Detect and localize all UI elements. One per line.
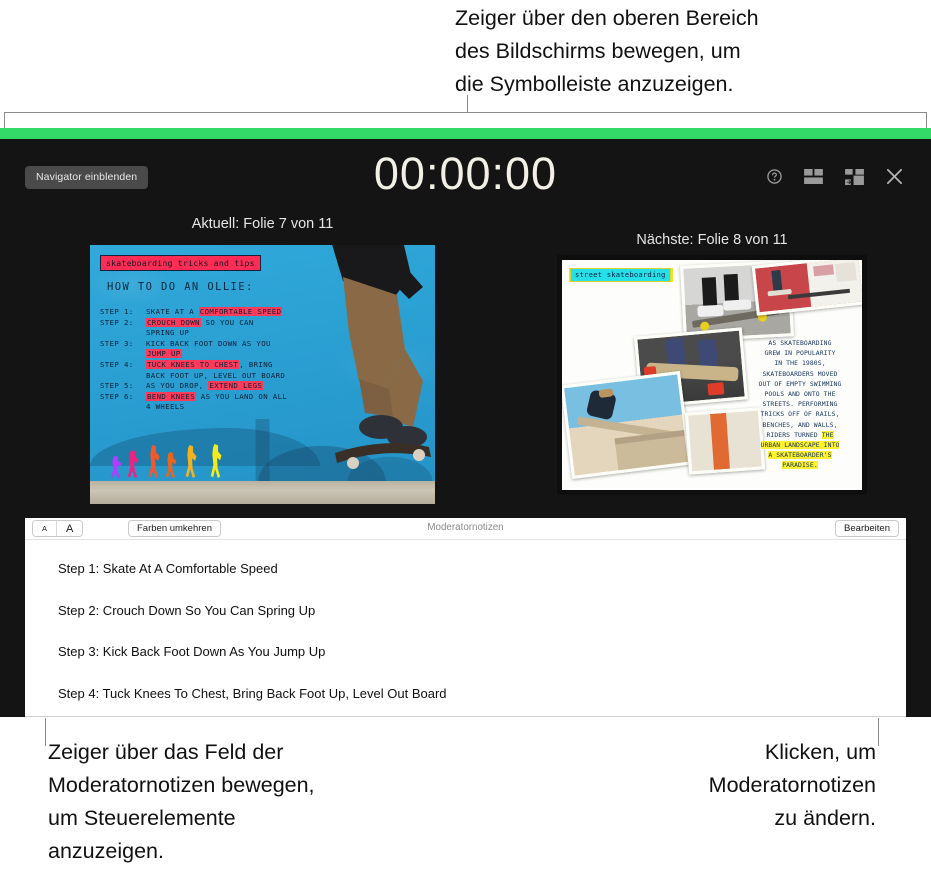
next-slide-body-line: AS SKATEBOARDING bbox=[768, 339, 832, 347]
toolbar-icon-group bbox=[767, 168, 903, 185]
note-line: Step 2: Crouch Down So You Can Spring Up bbox=[58, 602, 316, 618]
next-slide-label: Nächste: Folie 8 von 11 bbox=[636, 232, 788, 248]
callout-bottom-left-text: Zeiger über das Feld der Moderatornotize… bbox=[48, 740, 315, 863]
callout-top-text: Zeiger über den oberen Bereich des Bilds… bbox=[455, 6, 759, 96]
swap-displays-icon[interactable] bbox=[845, 168, 864, 185]
slide-figure bbox=[185, 445, 198, 478]
next-slide-body-line: BENCHES, AND WALLS, bbox=[762, 420, 838, 429]
next-slide-body-line: PARADISE. bbox=[782, 461, 818, 470]
slide-step-line: BACK FOOT UP, LEVEL OUT BOARD bbox=[146, 370, 286, 380]
next-slide-body-line: IN THE 1980S, bbox=[774, 359, 826, 368]
next-slide-body-line: STREETS. PERFORMING bbox=[762, 400, 838, 409]
slide-step-line: STEP 3: KICK BACK FOOT DOWN AS YOU bbox=[100, 338, 271, 348]
current-slide-label: Aktuell: Folie 7 von 11 bbox=[191, 216, 334, 232]
presenter-notes-panel[interactable]: A A Farben umkehren Moderatornotizen Bea… bbox=[25, 518, 906, 717]
layout-icon[interactable] bbox=[804, 169, 823, 184]
next-slide-body-line: POOLS AND ONTO THE bbox=[764, 390, 836, 399]
notes-panel-title: Moderatornotizen bbox=[427, 522, 504, 533]
slide-figure bbox=[110, 456, 123, 478]
callout-bottom-left-leader-line bbox=[45, 718, 46, 746]
next-slide-body-line: URBAN LANDSCAPE INTO bbox=[760, 441, 840, 450]
edit-notes-button[interactable]: Bearbeiten bbox=[835, 520, 899, 537]
note-line: Step 3: Kick Back Foot Down As You Jump … bbox=[58, 644, 326, 659]
notes-text-area[interactable]: Step 1: Skate At A Comfortable Speed Step… bbox=[25, 540, 906, 703]
next-slide-body-line: RIDERS TURNED THE bbox=[766, 430, 834, 439]
next-slide-body-line: OUT OF EMPTY SWIMMING bbox=[758, 379, 842, 388]
callout-bottom-right-leader-line bbox=[878, 718, 879, 746]
slide-figure bbox=[210, 444, 223, 478]
slide-step-line: STEP 2: CROUCH DOWN SO YOU CAN bbox=[100, 317, 254, 327]
next-slide-photo bbox=[751, 260, 862, 316]
slide-title-tag: skateboarding tricks and tips bbox=[100, 255, 261, 271]
slide-step-line: STEP 6: BEND KNEES AS YOU LAND ON ALL bbox=[100, 391, 288, 401]
next-slide-thumbnail[interactable]: street skateboarding AS SKATEBOARDING GRE… bbox=[557, 255, 867, 495]
next-slide-body-line: SKATEBOARDERS MOVED bbox=[762, 369, 838, 378]
slide-step-line: SPRING UP bbox=[146, 328, 190, 338]
slide-step-line: STEP 4: TUCK KNEES TO CHEST, BRING bbox=[100, 359, 273, 369]
close-icon[interactable] bbox=[886, 168, 903, 185]
presenter-display-help-figure: Zeiger über den oberen Bereich des Bilds… bbox=[0, 0, 931, 883]
slide-heading: HOW TO DO AN OLLIE: bbox=[107, 281, 254, 293]
slide-figure bbox=[148, 445, 161, 478]
next-slide-body-text: AS SKATEBOARDING GREW IN POPULARITY IN THE… bbox=[746, 338, 854, 471]
next-slide-title-tag: street skateboarding bbox=[570, 268, 671, 282]
help-icon[interactable] bbox=[767, 169, 782, 184]
slide-step-line: JUMP UP bbox=[146, 349, 182, 359]
slide-step-line: STEP 5: AS YOU DROP, EXTEND LEGS bbox=[100, 381, 264, 391]
note-line: Step 1: Skate At A Comfortable Speed bbox=[58, 561, 278, 576]
next-slide-body-line: TRICKS OFF OF RAILS, bbox=[760, 410, 840, 419]
slide-steps-list: STEP 1: SKATE AT A COMFORTABLE SPEED STEP … bbox=[100, 307, 429, 413]
callout-bottom-right-text: Klicken, um Moderatornotizen zu ändern. bbox=[708, 740, 876, 830]
slide-step-line: STEP 1: SKATE AT A COMFORTABLE SPEED bbox=[100, 307, 283, 316]
notes-panel-bottom-border bbox=[25, 716, 906, 717]
note-line: Step 4: Tuck Knees To Chest, Bring Back … bbox=[58, 685, 447, 701]
callout-top-bracket bbox=[4, 112, 927, 128]
callout-top-leader-line bbox=[467, 95, 468, 113]
notes-toolbar: A A Farben umkehren Moderatornotizen Bea… bbox=[25, 518, 906, 540]
slide-figure bbox=[165, 452, 178, 478]
slide-step-line: 4 WHEELS bbox=[146, 402, 185, 412]
current-slide-thumbnail[interactable]: skateboarding tricks and tips HOW TO DO … bbox=[90, 245, 435, 504]
toolbar-reveal-strip[interactable] bbox=[0, 128, 931, 139]
next-slide-photo bbox=[562, 371, 692, 479]
slide-figure bbox=[127, 450, 140, 478]
next-slide-canvas: street skateboarding AS SKATEBOARDING GRE… bbox=[562, 260, 862, 490]
next-slide-body-line: GREW IN POPULARITY bbox=[764, 349, 836, 358]
next-slide-body-line: A SKATEBOARDER'S bbox=[768, 451, 832, 460]
